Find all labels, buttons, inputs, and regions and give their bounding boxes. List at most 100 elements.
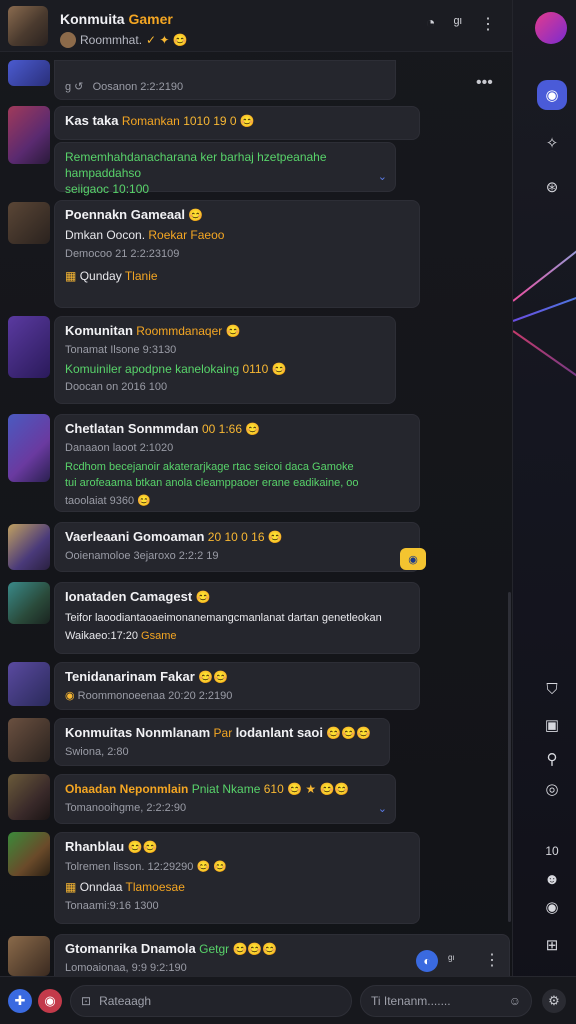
message-text: Rcdhom becejanoir akaterarjkage rtac sei… [65,461,354,473]
message-meta: Democoo 21 2:2:23109 [65,248,180,260]
chevron-down-icon[interactable]: ⌄ [378,801,387,817]
message-accent: Gsame [141,630,177,642]
chat-subtitle-text: Roommhat. [80,33,143,47]
sender-name: Komunitan [65,323,133,338]
message-text-2: seiigaoc 10:100 [65,182,150,196]
profile-avatar[interactable] [535,12,567,44]
voice-call-icon[interactable]: ◔ [426,15,436,33]
chat-icon[interactable]: ◉ [537,80,567,110]
message-text: Komuiniler apodpne kanelokaing [65,362,240,376]
book-icon[interactable]: ⊞ [537,930,567,960]
sticker-icon[interactable]: ◉ [38,989,62,1013]
tag-text: Onndaa [79,880,123,894]
user-avatar[interactable] [8,774,50,820]
chat-title-main: Konmuita [60,11,125,27]
decor-beam [513,272,576,322]
attachment-icon[interactable]: ⊡ [81,994,91,1008]
group-avatar[interactable] [8,6,48,46]
bookmark-icon[interactable]: ⛉ [537,674,567,704]
signal-icon[interactable]: ᵍᶦ [453,15,462,33]
message-accent: Roekar Faeoo [148,228,225,242]
pin-icon[interactable]: ✧ [537,128,567,158]
message-bubble: Ionataden Camagest 😊 Teifor laoodiantaoa… [54,582,420,654]
tag-text: Qunday [79,269,122,283]
user-avatar[interactable] [8,524,50,570]
user-avatar[interactable] [8,60,50,86]
sender-name-accent: Par [213,726,233,740]
user-avatar[interactable] [8,718,50,762]
reaction-badges: 😊😊 [198,670,229,684]
message-feed: ɡ ↺ Oosanon 2:2:2190 ••• Kas taka Romank… [0,52,512,976]
sender-name: Gtomanrika Dnamola [65,941,196,956]
settings-icon[interactable]: ⊛ [537,172,567,202]
sender-name: Ionataden Camagest [65,589,193,604]
message-meta: Tonamat Ilsone 9:3130 [65,344,177,356]
message-bubble: Chetlatan Sonmmdan 00 1:66 😊 Danaaon lao… [54,414,420,512]
message-bubble: Rhanblau 😊😊 Tolremen lisson. 12:29290 😊 … [54,832,420,924]
message-bubble: Vaerleaani Gomoaman 20 10 0 16 😊 Ooienam… [54,522,420,572]
reaction-badge: 😊 [195,590,211,604]
more-menu-icon[interactable]: ⋮ [480,14,496,34]
message-bubble: Rememhahdanacharana ker barhaj hzetpeana… [54,142,396,196]
search-input-placeholder: Ti Itenanm....... [371,994,451,1008]
message-text: Dmkan Oocon. [65,228,146,242]
message-input[interactable]: ⊡ Rateaagh [70,985,352,1017]
image-icon[interactable]: ▣ [537,710,567,740]
link-icon[interactable]: ⚲ [537,744,567,774]
message-bubble: Gtomanrika Dnamola Getgr 😊😊😊 Lomoaionaa,… [54,934,510,976]
user-avatar[interactable] [8,582,50,624]
user-avatar[interactable] [8,662,50,706]
emoji-icon[interactable]: ☻ [537,864,567,894]
user-avatar[interactable] [8,202,50,244]
chat-header: Konmuita Gamer Roommhat. ✓ ✦ 😊 ◔ ᵍᶦ ⋮ [0,0,512,52]
user-avatar[interactable] [8,106,50,164]
reaction-badges: 😊😊😊 [326,726,372,740]
chat-title: Konmuita Gamer [60,11,173,27]
emoji-icon[interactable]: ☺ [509,994,521,1008]
add-icon[interactable]: ✚ [8,989,32,1013]
reply-icon[interactable]: ɡ ↺ [65,81,83,93]
more-dots-icon[interactable]: ••• [476,74,493,92]
message-bubble: Tenidanarinam Fakar 😊😊 ◉ Roommonoeenaa 2… [54,662,420,710]
app-window: Konmuita Gamer Roommhat. ✓ ✦ 😊 ◔ ᵍᶦ ⋮ ◉ … [0,0,576,1024]
subtitle-emojis: ✓ ✦ 😊 [146,33,188,47]
scrollbar[interactable] [508,592,511,922]
tag-accent: Tlamoesae [125,880,185,894]
signal-icon[interactable]: ᵍᶦ [448,952,454,966]
message-bubble: Ohaadan Neponmlain Pniat Nkame 610 😊 ★ 😊… [54,774,396,824]
sender-name-accent: Roommdanaqer [136,324,223,338]
settings-icon[interactable]: ⚙ [542,989,566,1013]
user-avatar[interactable] [8,316,50,378]
sender-name: Tenidanarinam Fakar [65,669,195,684]
sender-name: Kas taka [65,113,119,128]
message-text: Rememhahdanacharana ker barhaj hzetpeana… [65,150,327,180]
reaction-badges: 😊😊😊 [232,942,278,956]
reaction-badges: 00 1:66 😊 [201,422,261,436]
reaction-badges: 😊😊 [127,840,158,854]
sender-name: Poennakn Gameaal [65,207,185,222]
message-bubble: Konmuitas Nonmlanam Par lodanlant saoi 😊… [54,718,390,766]
record-icon[interactable]: ◉ [537,892,567,922]
user-avatar[interactable] [8,936,50,976]
message-meta-2: taoolaiat 9360 😊 [65,495,151,507]
sender-tag: Romankan [121,114,180,128]
reaction-badges: 610 😊 ★ 😊😊 [263,782,350,796]
decor-beam [513,214,576,302]
meta-badges: 😊 😊 [196,861,227,873]
more-menu-icon[interactable]: ⋮ [484,950,500,970]
message-meta-2: Tonaami:9:16 1300 [65,900,159,912]
sticker-icon[interactable]: ◉ [400,548,426,570]
chevron-down-icon[interactable]: ⌄ [378,169,387,185]
user-avatar[interactable] [8,832,50,876]
sender-name: Ohaadan Neponmlain [65,782,189,796]
header-actions: ◔ ᵍᶦ ⋮ [426,14,496,34]
message-meta: Oosanon 2:2:2190 [92,81,184,93]
sender-name-accent: Getgr [199,942,230,956]
globe-icon[interactable]: ◎ [537,774,567,804]
badge-icon: ▦ [65,880,77,894]
user-avatar[interactable] [8,414,50,482]
message-bubble: Komunitan Roommdanaqer 😊 Tonamat Ilsone … [54,316,396,404]
chat-title-accent: Gamer [128,11,173,27]
search-input[interactable]: Ti Itenanm....... ☺ [360,985,532,1017]
voice-icon[interactable]: ◐ [416,950,438,972]
